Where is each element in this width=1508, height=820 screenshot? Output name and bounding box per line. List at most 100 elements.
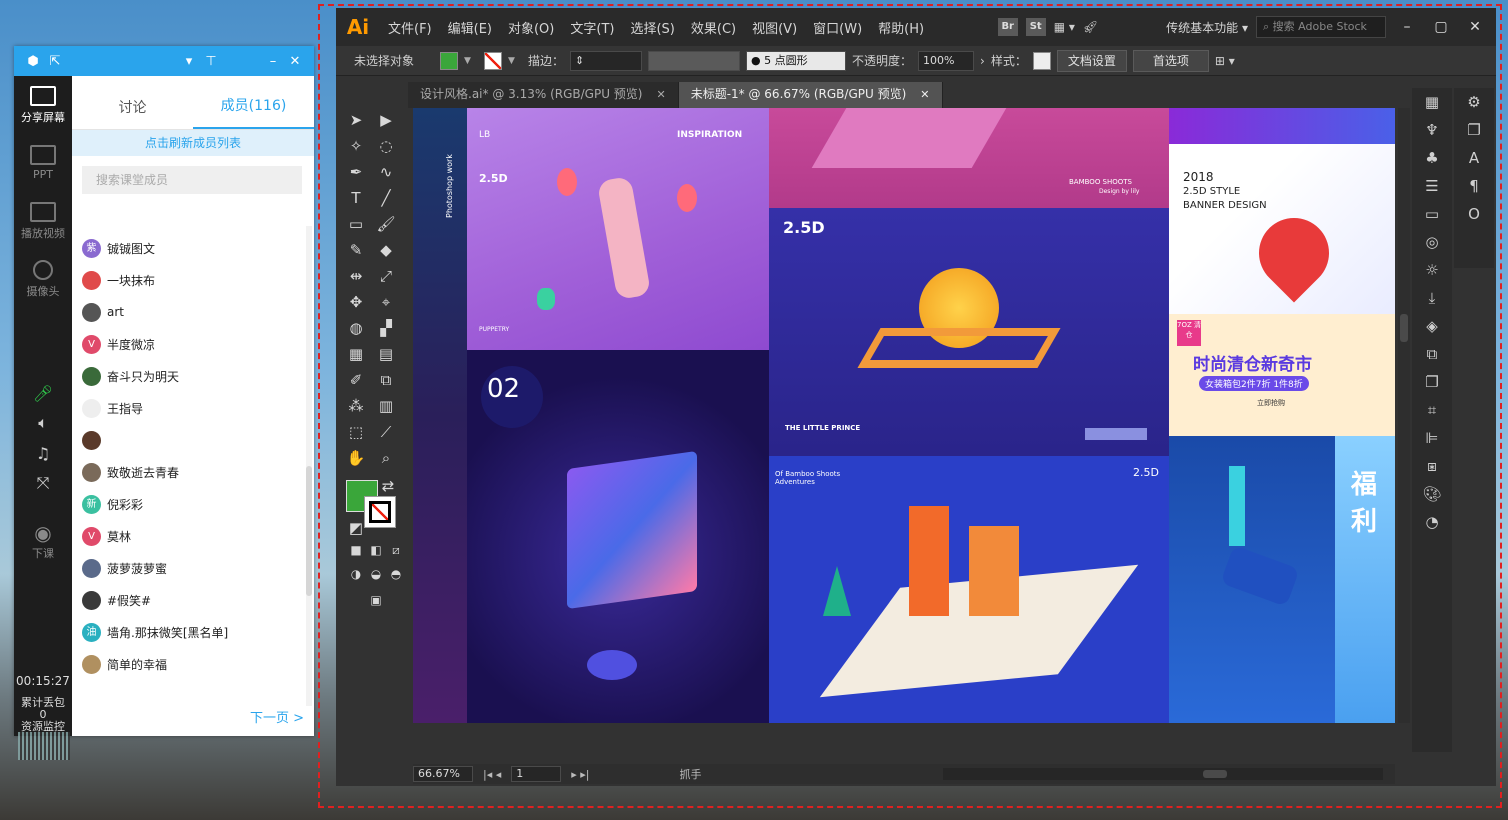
paintbrush-tool-icon[interactable]: 🖌︎ <box>374 212 398 236</box>
default-fill-stroke-icon[interactable]: ◩ <box>344 516 368 540</box>
member-list-scrollbar[interactable] <box>306 226 312 706</box>
stroke-weight-field[interactable]: ⇕ <box>570 50 643 71</box>
speaker-icon[interactable]: 🔈︎ <box>14 408 72 438</box>
tab-design-style[interactable]: 设计风格.ai* @ 3.13% (RGB/GPU 预览) ✕ <box>408 82 679 108</box>
copy-icon[interactable]: ❐ <box>1412 368 1452 396</box>
hand-tool-icon[interactable]: ✋ <box>344 446 368 470</box>
stroke-dropdown-icon[interactable]: ▼ <box>508 56 522 66</box>
blend-tool-icon[interactable]: ⧉ <box>374 368 398 392</box>
lines-icon[interactable]: ☰ <box>1412 172 1452 200</box>
end-class-button[interactable]: ◉ 下课 <box>14 512 72 570</box>
properties-icon[interactable]: ▦ <box>1412 88 1452 116</box>
first-artboard-icon[interactable]: |◂ ◂ <box>483 768 501 781</box>
artboards-panel-icon[interactable]: ❐ <box>1454 116 1494 144</box>
microphone-icon[interactable]: 🎤︎ <box>14 378 72 408</box>
member-row[interactable]: 王指导 <box>72 392 304 424</box>
share-screen-button[interactable]: 分享屏幕 <box>14 76 72 134</box>
pin-icon[interactable]: ⊤ <box>200 54 222 69</box>
shape-builder-tool-icon[interactable]: ◍ <box>344 316 368 340</box>
zoom-level-field[interactable]: 66.67% <box>413 766 473 782</box>
variable-width-profile[interactable] <box>648 50 741 71</box>
club-icon[interactable]: ♣ <box>1412 144 1452 172</box>
canvas-vertical-scrollbar[interactable] <box>1398 108 1410 723</box>
member-row[interactable]: 油墙角.那抹微笑[黑名单] <box>72 616 304 648</box>
close-window-icon[interactable]: ✕ <box>1462 19 1488 35</box>
member-row[interactable]: V 莫林 <box>72 520 304 552</box>
screen-mode-icon[interactable]: ▣ <box>364 588 388 612</box>
refresh-members-link[interactable]: 点击刷新成员列表 <box>72 130 314 156</box>
close-tab-icon[interactable]: ✕ <box>920 88 929 101</box>
pen-tool-icon[interactable]: ✒ <box>344 160 368 184</box>
rectangle-panel-icon[interactable]: ▭ <box>1412 200 1452 228</box>
libraries-icon[interactable]: ⚙ <box>1454 88 1494 116</box>
opacity-label[interactable]: 不透明度： <box>852 52 912 69</box>
share-out-icon[interactable]: ⇱ <box>44 54 66 69</box>
swap-fill-stroke-icon[interactable]: ⇄ <box>376 474 400 498</box>
paragraph-icon[interactable]: ¶ <box>1454 172 1494 200</box>
close-icon[interactable]: ✕ <box>284 54 306 69</box>
align-left-icon[interactable]: ⊫ <box>1412 424 1452 452</box>
gradient-tool-icon[interactable]: ▤ <box>374 342 398 366</box>
curvature-tool-icon[interactable]: ∿ <box>374 160 398 184</box>
opacity-field[interactable]: 100% <box>918 50 975 71</box>
draw-inside-icon[interactable]: ◓ <box>384 562 408 586</box>
member-row[interactable]: 奋斗只为明天 <box>72 360 304 392</box>
tab-members[interactable]: 成员(116) <box>193 95 314 129</box>
menu-item[interactable]: 编辑(E) <box>440 18 500 37</box>
graphic-style-swatch[interactable] <box>1032 51 1051 70</box>
rectangle-tool-icon[interactable]: ▭ <box>344 212 368 236</box>
column-graph-tool-icon[interactable]: ▥ <box>374 394 398 418</box>
minimize-window-icon[interactable]: – <box>1394 19 1420 35</box>
fill-dropdown-icon[interactable]: ▼ <box>464 56 478 66</box>
fullscreen-icon[interactable]: ⤧ <box>14 468 72 498</box>
line-tool-icon[interactable]: ╱ <box>374 186 398 210</box>
fill-swatch[interactable] <box>440 51 459 70</box>
shaper-tool-icon[interactable]: ✎ <box>344 238 368 262</box>
next-page-link[interactable]: 下一页 > <box>250 707 304 726</box>
ppt-button[interactable]: PPT <box>14 134 72 192</box>
type-tool-icon[interactable]: T <box>344 186 368 210</box>
symbol-sprayer-tool-icon[interactable]: ⁂ <box>344 394 368 418</box>
menu-item[interactable]: 文件(F) <box>380 18 440 37</box>
tab-untitled-1[interactable]: 未标题-1* @ 66.67% (RGB/GPU 预览) ✕ <box>678 82 943 108</box>
preferences-button[interactable]: 首选项 <box>1132 49 1209 72</box>
stock-button[interactable]: St <box>1025 18 1046 36</box>
gpu-rocket-icon[interactable]: 🚀︎ <box>1083 20 1098 34</box>
member-row[interactable]: 菠萝菠萝蜜 <box>72 552 304 584</box>
zoom-tool-icon[interactable]: ⌕ <box>374 446 398 470</box>
open-link-icon[interactable]: ⧉ <box>1412 340 1452 368</box>
minimize-icon[interactable]: – <box>262 54 284 69</box>
opentype-icon[interactable]: O <box>1454 200 1494 228</box>
menu-item[interactable]: 对象(O) <box>500 18 562 37</box>
member-row[interactable]: #假笑# <box>72 584 304 616</box>
menu-item[interactable]: 帮助(H) <box>870 18 932 37</box>
play-video-button[interactable]: 播放视频 <box>14 192 72 250</box>
reflect-tool-icon[interactable]: ⇹ <box>344 264 368 288</box>
free-transform-tool-icon[interactable]: ⌖ <box>374 290 398 314</box>
lasso-tool-icon[interactable]: ◌ <box>374 134 398 158</box>
mesh-tool-icon[interactable]: ▦ <box>344 342 368 366</box>
opacity-arrow-icon[interactable]: › <box>980 54 985 68</box>
tab-discussion[interactable]: 讨论 <box>72 97 193 129</box>
member-search-input[interactable]: 搜索课堂成员 <box>82 166 302 194</box>
palette-icon[interactable]: 🎨︎ <box>1412 480 1452 508</box>
arrange-documents-icon[interactable]: ▦ ▾ <box>1054 20 1075 34</box>
workspace-switcher[interactable]: 传统基本功能 ▾ <box>1166 19 1248 36</box>
half-circle-icon[interactable]: ◔ <box>1412 508 1452 536</box>
stroke-color-box[interactable] <box>364 496 396 528</box>
member-row[interactable]: 致敬逝去青春 <box>72 456 304 488</box>
scale-tool-icon[interactable]: ⤢ <box>374 264 398 288</box>
circles-icon[interactable]: ◎ <box>1412 228 1452 256</box>
collapse-icon[interactable]: ▾ <box>178 54 200 69</box>
member-row[interactable]: art <box>72 296 304 328</box>
member-row[interactable]: V 半度微凉 <box>72 328 304 360</box>
music-icon[interactable]: ♫ <box>14 438 72 468</box>
stock-search-input[interactable]: ⌕ 搜索 Adobe Stock <box>1256 16 1386 38</box>
last-artboard-icon[interactable]: ▸ ▸| <box>571 768 589 781</box>
align-options-icon[interactable]: ⊞ ▾ <box>1215 54 1235 68</box>
camera-button[interactable]: 摄像头 <box>14 250 72 308</box>
brush-definition[interactable]: ● 5 点圆形 <box>746 50 847 71</box>
member-row[interactable]: 简单的幸福 <box>72 648 304 680</box>
menu-item[interactable]: 效果(C) <box>683 18 744 37</box>
direct-selection-tool-icon[interactable]: ▶ <box>374 108 398 132</box>
